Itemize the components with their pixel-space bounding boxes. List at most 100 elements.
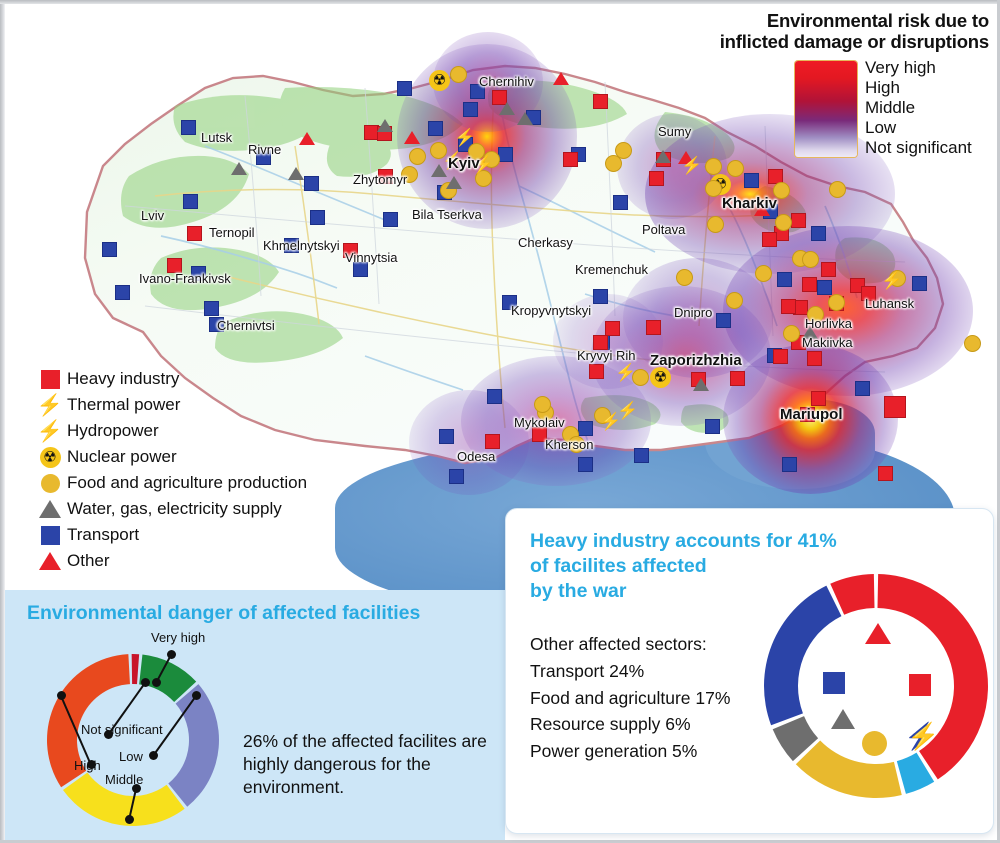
sector-list-item: Transport 24% (530, 660, 645, 681)
map-marker-transport (593, 289, 608, 304)
sector-list-item: Power generation 5% (530, 741, 698, 762)
map-legend-item: ⚡ Thermal power (33, 392, 307, 418)
map-marker-transport (855, 381, 870, 396)
map-marker-transport (817, 280, 832, 295)
city-label: Poltava (642, 222, 686, 237)
city-label: Bila Tserkva (412, 207, 482, 222)
sector-list-item: Resource supply 6% (530, 714, 691, 735)
map-marker-utility-supply (288, 167, 304, 180)
map-marker-heavy-industry (811, 391, 826, 406)
map-marker-food-agriculture (705, 158, 722, 175)
map-marker-utility-supply (499, 102, 515, 115)
blue-square-icon (33, 525, 67, 545)
map-marker-other (404, 131, 420, 144)
map-marker-food-agriculture (707, 216, 724, 233)
map-marker-other (299, 132, 315, 145)
danger-panel-title: Environmental danger of affected facilit… (27, 602, 421, 624)
map-marker-heavy-industry (791, 213, 806, 228)
map-marker-utility-supply (693, 378, 709, 391)
cyan-bolt-icon: ⚡ (36, 419, 64, 443)
map-marker-food-agriculture (726, 292, 743, 309)
sectors-title-line1: Heavy industry accounts for 41% (530, 530, 837, 552)
map-marker-transport (428, 121, 443, 136)
city-label: Zhytomyr (353, 172, 408, 187)
danger-donut-label: Very high (151, 630, 206, 645)
city-label: Kherson (545, 437, 594, 452)
map-marker-utility-supply (446, 176, 462, 189)
map-legend-label: Hydropower (67, 421, 159, 440)
danger-donut-dot (86, 759, 96, 769)
danger-donut-dot (103, 729, 113, 739)
risk-legend-title-line2: inflicted damage or disruptions (719, 31, 989, 53)
map-marker-heavy-industry (485, 434, 500, 449)
map-marker-heavy-industry (762, 232, 777, 247)
city-label: Makiivka (802, 335, 853, 350)
risk-level-labels: Very high High Middle Low Not significant (865, 58, 972, 158)
map-legend-item: Food and agriculture production (33, 470, 307, 496)
map-marker-food-agriculture (409, 148, 426, 165)
risk-level-0: Very high (865, 57, 936, 77)
infographic-root: ☢ ☢ ☢ (0, 0, 1000, 843)
city-label: Rivne (248, 142, 282, 157)
danger-donut-label: Not significant (81, 722, 163, 737)
map-marker-heavy-industry (884, 396, 906, 418)
danger-donut-dot (148, 750, 158, 760)
map-marker-food-agriculture (755, 265, 772, 282)
city-label: Ivano-Frankivsk (139, 271, 231, 286)
danger-donut-dot (56, 690, 66, 700)
map-marker-heavy-industry (649, 171, 664, 186)
city-label: Mariupol (780, 406, 843, 423)
sectors-donut-chart: ⚡ (761, 571, 991, 801)
map-marker-heavy-industry (187, 226, 202, 241)
map-marker-thermal-power: ⚡ (615, 363, 637, 382)
map-marker-thermal-power: ⚡ (881, 271, 903, 290)
map-marker-transport (397, 81, 412, 96)
map-legend-label: Heavy industry (67, 369, 180, 388)
danger-panel: Environmental danger of affected facilit… (5, 590, 505, 840)
danger-donut-chart: Very highNot significantLowMiddleHigh (33, 630, 233, 832)
risk-legend-title-line1: Environmental risk due to (766, 10, 989, 31)
map-marker-food-agriculture (964, 335, 981, 352)
map-marker-transport (634, 448, 649, 463)
map-marker-transport (183, 194, 198, 209)
map-marker-transport (439, 429, 454, 444)
map-legend-item: Water, gas, electricity supply (33, 496, 307, 522)
map-marker-transport (463, 102, 478, 117)
map-marker-heavy-industry (878, 466, 893, 481)
city-label: Khmelnytskyi (263, 238, 340, 253)
map-marker-utility-supply (377, 119, 393, 132)
map-legend-label: Transport (67, 525, 140, 544)
city-label: Kremenchuk (575, 262, 648, 277)
map-marker-transport (811, 226, 826, 241)
grey-triangle-icon (33, 500, 67, 518)
map-marker-transport (181, 120, 196, 135)
donut-slice (795, 740, 902, 798)
map-marker-food-agriculture (605, 155, 622, 172)
donut-slice (764, 585, 842, 726)
map-marker-nuclear: ☢ (650, 367, 671, 388)
city-label: Ternopil (209, 225, 255, 240)
city-label: Vinnytsia (345, 250, 398, 265)
map-marker-transport (449, 469, 464, 484)
map-marker-food-agriculture (450, 66, 467, 83)
map-marker-transport (498, 147, 513, 162)
risk-gradient-bar (795, 60, 857, 157)
map-marker-food-agriculture (802, 251, 819, 268)
city-label: Luhansk (865, 296, 915, 311)
risk-level-1: High (865, 77, 900, 97)
city-label: Lutsk (201, 130, 233, 145)
map-marker-transport (383, 212, 398, 227)
sectors-sub-heading: Other affected sectors: (530, 634, 707, 654)
map-marker-transport (777, 272, 792, 287)
map-marker-heavy-industry (589, 364, 604, 379)
map-legend-item: ⚡ Hydropower (33, 418, 307, 444)
map-marker-heavy-industry (563, 152, 578, 167)
map-marker-heavy-industry (821, 262, 836, 277)
danger-donut-dot (124, 814, 134, 824)
city-label: Kropyvnytskyi (511, 303, 592, 318)
danger-donut-dot (131, 783, 141, 793)
map-marker-transport (912, 276, 927, 291)
map-legend-item: Transport (33, 522, 307, 548)
red-triangle-icon (33, 552, 67, 570)
risk-level-2: Middle (865, 98, 916, 117)
